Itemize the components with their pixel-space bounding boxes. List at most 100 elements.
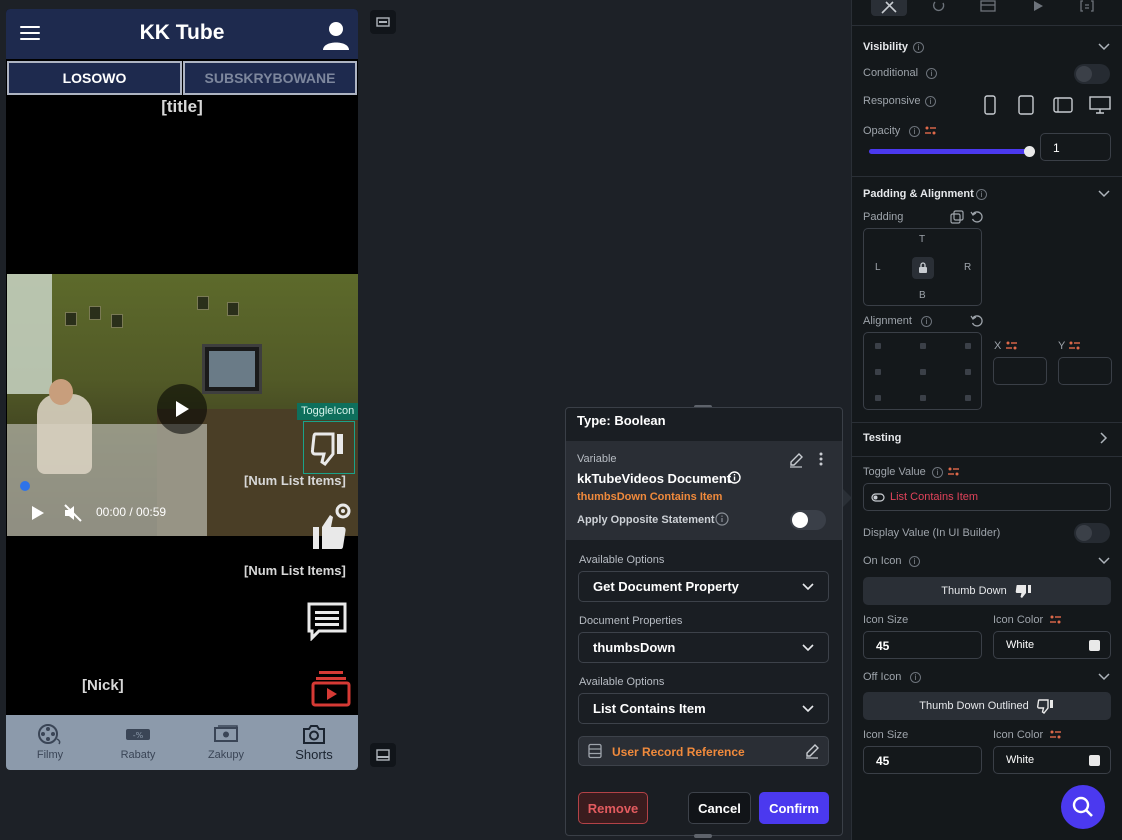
variable-binding-icon[interactable] [1069, 341, 1080, 350]
chevron-right-icon[interactable] [1100, 432, 1108, 444]
info-icon[interactable]: i [909, 126, 920, 137]
selected-toggle-icon[interactable] [303, 421, 355, 474]
info-icon[interactable] [728, 471, 741, 484]
variable-binding-icon[interactable] [925, 126, 936, 135]
info-icon[interactable]: i [921, 316, 932, 327]
chevron-down-icon[interactable] [1098, 43, 1110, 51]
user-avatar-icon[interactable] [320, 19, 352, 51]
off-icon-color-input[interactable]: White [993, 746, 1111, 774]
search-fab-button[interactable] [1061, 785, 1105, 829]
color-swatch[interactable] [1089, 755, 1100, 766]
toggle-value-field[interactable]: List Contains Item [863, 483, 1111, 511]
tab-animations[interactable] [1020, 0, 1056, 16]
align-top-right[interactable] [965, 343, 971, 349]
on-icon-color-input[interactable]: White [993, 631, 1111, 659]
tab-code[interactable] [1069, 0, 1105, 16]
testing-header: Testing [863, 432, 902, 444]
nav-label: Rabaty [120, 749, 156, 761]
opacity-slider-track[interactable] [869, 149, 1029, 154]
thumb-up-settings-icon[interactable] [309, 501, 353, 553]
align-center-right[interactable] [965, 369, 971, 375]
tab-actions[interactable] [921, 0, 957, 16]
on-icon-picker[interactable]: Thumb Down [863, 577, 1111, 605]
mute-icon[interactable] [63, 503, 83, 523]
chevron-down-icon[interactable] [1098, 190, 1110, 198]
padding-box[interactable]: T L R B [863, 228, 982, 306]
tab-losowo[interactable]: LOSOWO [7, 61, 182, 95]
align-top-center[interactable] [920, 343, 926, 349]
padding-right-label: R [964, 262, 972, 273]
apply-opposite-toggle[interactable] [790, 510, 826, 530]
cancel-button[interactable]: Cancel [688, 792, 751, 824]
display-value-toggle[interactable] [1074, 523, 1110, 543]
align-bottom-right[interactable] [965, 395, 971, 401]
info-icon[interactable]: i [976, 189, 987, 200]
user-record-reference-field[interactable]: User Record Reference [578, 736, 829, 766]
list-options-dropdown[interactable]: List Contains Item [578, 693, 829, 724]
conditional-toggle[interactable] [1074, 64, 1110, 84]
progress-handle[interactable] [20, 481, 30, 491]
align-bottom-left[interactable] [875, 395, 881, 401]
info-icon[interactable]: i [910, 672, 921, 683]
info-icon[interactable] [715, 512, 729, 526]
off-icon-picker[interactable]: Thumb Down Outlined [863, 692, 1111, 720]
info-icon[interactable]: i [913, 42, 924, 53]
nav-item-filmy[interactable]: Filmy [6, 715, 94, 770]
align-top-left[interactable] [875, 343, 881, 349]
info-icon[interactable]: i [932, 467, 943, 478]
align-center-left[interactable] [875, 369, 881, 375]
align-bottom-center[interactable] [920, 395, 926, 401]
edit-icon[interactable] [804, 743, 820, 759]
variable-binding-icon[interactable] [1006, 341, 1017, 350]
tablet-landscape-icon[interactable] [1053, 97, 1073, 113]
variable-binding-icon[interactable] [1050, 615, 1061, 624]
edit-icon[interactable] [788, 452, 804, 468]
chevron-down-icon[interactable] [1098, 557, 1110, 565]
alignment-grid[interactable] [863, 332, 982, 410]
more-vertical-icon[interactable] [816, 451, 826, 467]
play-overlay-button[interactable] [157, 384, 207, 434]
tab-properties[interactable] [871, 0, 907, 16]
alignment-y-input[interactable] [1058, 357, 1112, 385]
remove-button[interactable]: Remove [578, 792, 648, 824]
tab-backend[interactable] [970, 0, 1006, 16]
tablet-device-icon[interactable] [1017, 95, 1035, 115]
chevron-down-icon [802, 644, 814, 652]
comment-icon[interactable] [306, 601, 348, 641]
padding-lock-button[interactable] [912, 257, 934, 279]
align-center[interactable] [920, 369, 926, 375]
subscriptions-icon[interactable] [311, 669, 351, 707]
on-icon-size-input[interactable]: 45 [863, 631, 982, 659]
phone-device-icon[interactable] [983, 95, 997, 115]
confirm-button[interactable]: Confirm [759, 792, 829, 824]
reset-icon[interactable] [970, 210, 984, 224]
opacity-slider-handle[interactable] [1023, 146, 1035, 157]
alignment-x-input[interactable] [993, 357, 1047, 385]
off-icon-size-input[interactable]: 45 [863, 746, 982, 774]
phone-preview: KK Tube LOSOWO SUBSKRYBOWANE [title] 00:… [6, 9, 358, 770]
desktop-device-icon[interactable] [1089, 96, 1111, 114]
available-options-dropdown[interactable]: Get Document Property [578, 571, 829, 602]
variable-binding-icon[interactable] [948, 467, 959, 476]
dropdown-value: thumbsDown [593, 640, 676, 655]
popup-resize-handle[interactable] [694, 834, 712, 838]
chevron-down-icon[interactable] [1098, 673, 1110, 681]
variable-card: Variable kkTubeVideos Document thumbsDow… [566, 441, 842, 540]
opacity-input[interactable]: 1 [1040, 133, 1111, 161]
variable-binding-icon[interactable] [1050, 730, 1061, 739]
canvas-bottom-toggle-button[interactable] [370, 743, 396, 767]
copy-icon[interactable] [950, 210, 964, 224]
info-icon[interactable]: i [909, 556, 920, 567]
color-swatch[interactable] [1089, 640, 1100, 651]
nav-item-rabaty[interactable]: -% Rabaty [94, 715, 182, 770]
info-icon[interactable]: i [925, 96, 936, 107]
on-icon-size-label: Icon Size [863, 614, 909, 626]
tab-subskrybowane[interactable]: SUBSKRYBOWANE [183, 61, 357, 95]
nav-item-zakupy[interactable]: Zakupy [182, 715, 270, 770]
reset-icon[interactable] [970, 314, 984, 328]
document-properties-dropdown[interactable]: thumbsDown [578, 632, 829, 663]
nav-item-shorts[interactable]: Shorts [270, 715, 358, 770]
play-icon[interactable] [31, 505, 45, 521]
canvas-top-toggle-button[interactable] [370, 10, 396, 34]
info-icon[interactable]: i [926, 68, 937, 79]
